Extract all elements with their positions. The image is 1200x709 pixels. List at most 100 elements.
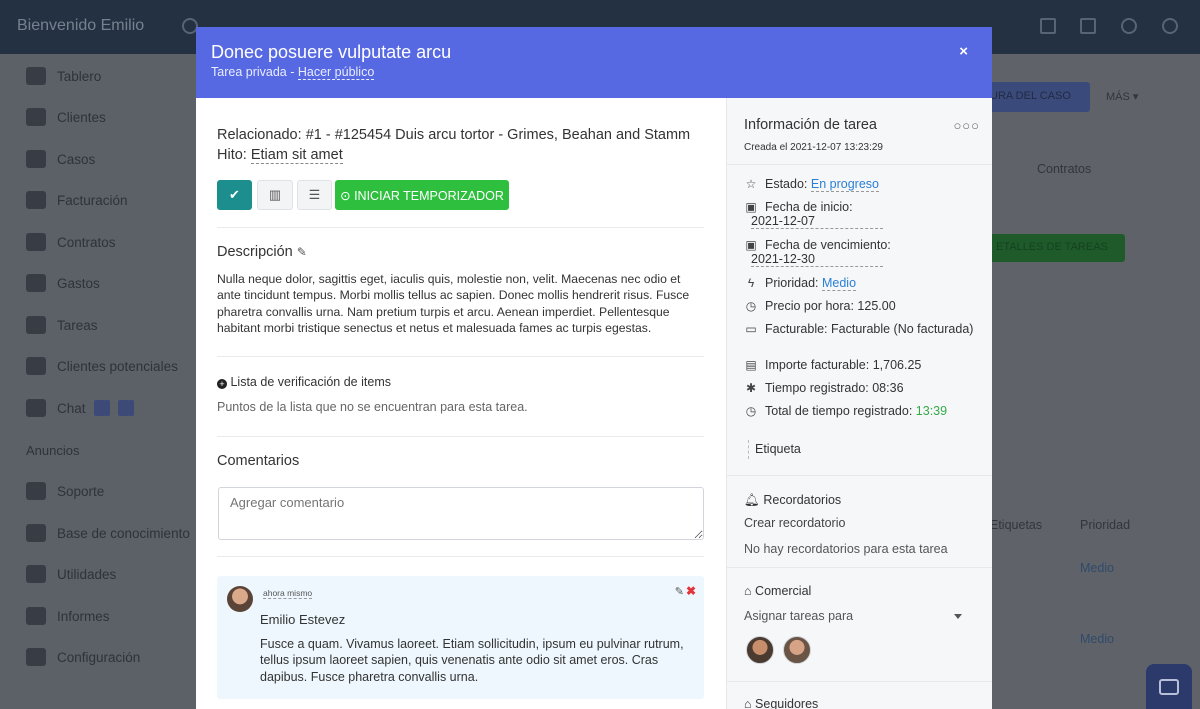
comment-text: Fusce a quam. Vivamus laoreet. Etiam sol… bbox=[260, 637, 684, 684]
sidebar-item-facturacion[interactable]: Facturación bbox=[26, 189, 128, 211]
sidebar-item-chat[interactable]: Chat bbox=[26, 397, 134, 419]
comment-input[interactable] bbox=[218, 487, 704, 540]
clock-icon: ◷ bbox=[745, 404, 757, 418]
mark-complete-button[interactable]: ✔ bbox=[217, 180, 252, 210]
followers-heading: ⌂ Seguidores bbox=[744, 697, 818, 709]
more-menu[interactable]: MÁS ▾ bbox=[1106, 90, 1138, 103]
related-value[interactable]: #1 - #125454 Duis arcu tortor - Grimes, … bbox=[306, 127, 690, 143]
logged-time-value: 08:36 bbox=[872, 381, 904, 395]
assign-select[interactable]: Asignar tareas para bbox=[744, 609, 853, 623]
list-icon bbox=[26, 150, 46, 168]
commercial-heading: ⌂ Comercial bbox=[744, 584, 811, 598]
priority-cell: Medio bbox=[1080, 561, 1115, 575]
delete-icon[interactable]: ✖ bbox=[686, 584, 696, 598]
edit-icon[interactable]: ✎ bbox=[675, 585, 684, 598]
comment-item: ahora mismo ✎ ✖ Emilio Estevez Fusce a q… bbox=[217, 576, 704, 699]
due-date-value[interactable]: 2021-12-30 bbox=[751, 251, 883, 267]
start-date-value[interactable]: 2021-12-07 bbox=[751, 213, 883, 229]
chat-icon bbox=[26, 399, 46, 417]
monitor-icon bbox=[26, 67, 46, 85]
grid-icon bbox=[26, 316, 46, 334]
check-square-icon[interactable] bbox=[1080, 18, 1096, 34]
share-icon[interactable] bbox=[1040, 18, 1056, 34]
checklist-title: Lista de verificación de items bbox=[230, 375, 391, 389]
sidebar-item-clientes-potenciales[interactable]: Clientes potenciales bbox=[26, 355, 178, 377]
divider bbox=[217, 227, 704, 228]
sidebar-item-casos[interactable]: Casos bbox=[26, 148, 95, 170]
followers-title: Seguidores bbox=[755, 697, 819, 709]
milestone-value[interactable]: Etiam sit amet bbox=[250, 147, 343, 164]
divider bbox=[217, 356, 704, 357]
sidebar-heading-anuncios: Anuncios bbox=[26, 443, 80, 458]
chat-badge bbox=[117, 400, 134, 416]
chat-badge bbox=[93, 400, 110, 416]
clock-icon[interactable] bbox=[1121, 18, 1137, 34]
divider bbox=[727, 681, 992, 682]
task-privacy: Tarea privada - Hacer público bbox=[211, 65, 375, 80]
priority-value[interactable]: Medio bbox=[821, 276, 857, 291]
assignee-avatar[interactable] bbox=[783, 636, 811, 664]
task-info-panel: Información de tarea ○○○ Creada el 2021-… bbox=[726, 98, 992, 709]
sidebar-item-base-conocimiento[interactable]: Base de conocimiento bbox=[26, 522, 190, 544]
checklist-empty-text: Puntos de la lista que no se encuentran … bbox=[217, 400, 528, 414]
create-reminder-link[interactable]: Crear recordatorio bbox=[744, 516, 845, 530]
more-options-icon[interactable]: ○○○ bbox=[953, 118, 980, 133]
status-label: Estado: bbox=[765, 177, 808, 191]
sidebar-item-configuracion[interactable]: Configuración bbox=[26, 646, 140, 668]
assignee-avatar[interactable] bbox=[746, 636, 774, 664]
sidebar-item-tareas[interactable]: Tareas bbox=[26, 314, 98, 336]
bell-icon[interactable] bbox=[1162, 18, 1178, 34]
make-public-link[interactable]: Hacer público bbox=[297, 65, 375, 80]
status-value[interactable]: En progreso bbox=[810, 177, 879, 192]
sidebar-item-tablero[interactable]: Tablero bbox=[26, 65, 101, 87]
asterisk-icon: ✱ bbox=[745, 381, 757, 395]
related-line: Relacionado: #1 - #125454 Duis arcu tort… bbox=[217, 127, 690, 143]
statistics-button[interactable]: ▥ bbox=[257, 180, 293, 210]
divider bbox=[217, 436, 704, 437]
gear-icon bbox=[26, 648, 46, 666]
bolt-icon: ϟ bbox=[747, 276, 755, 290]
tag-field[interactable]: Etiqueta bbox=[748, 440, 801, 459]
bell-icon: 🔔︎ bbox=[744, 493, 760, 507]
description-title: Descripción bbox=[217, 244, 293, 260]
created-date: Creada el 2021-12-07 13:23:29 bbox=[744, 142, 883, 153]
milestone-label: Hito: bbox=[217, 147, 247, 163]
close-icon[interactable]: × bbox=[959, 43, 968, 60]
folder-icon bbox=[26, 524, 46, 542]
task-modal: Donec posuere vulputate arcu Tarea priva… bbox=[196, 27, 992, 709]
hourly-rate-value: 125.00 bbox=[857, 299, 896, 313]
sidebar-item-soporte[interactable]: Soporte bbox=[26, 480, 104, 502]
commercial-title: Comercial bbox=[755, 584, 812, 598]
edit-icon[interactable]: ✎ bbox=[297, 245, 307, 259]
credit-card-icon: ▭ bbox=[745, 322, 757, 336]
billable-value: Facturable (No facturada) bbox=[831, 322, 974, 336]
related-label: Relacionado: bbox=[217, 127, 302, 143]
welcome-text: Bienvenido Emilio bbox=[17, 17, 145, 34]
checklist-heading[interactable]: + Lista de verificación de items bbox=[217, 375, 391, 389]
cogs-icon bbox=[26, 565, 46, 583]
total-time-value: 13:39 bbox=[915, 404, 948, 418]
due-date-label: Fecha de vencimiento: bbox=[765, 238, 891, 252]
tty-icon bbox=[26, 357, 46, 375]
sidebar-item-informes[interactable]: Informes bbox=[26, 605, 110, 627]
start-timer-button[interactable]: ⊙ INICIAR TEMPORIZADOR bbox=[335, 180, 509, 210]
info-title: Información de tarea bbox=[744, 117, 877, 133]
timesheets-button[interactable]: ☰ bbox=[297, 180, 332, 210]
sidebar-item-gastos[interactable]: Gastos bbox=[26, 272, 100, 294]
message-icon bbox=[1159, 678, 1179, 695]
tab-contratos[interactable]: Contratos bbox=[1037, 162, 1091, 176]
bar-chart-icon: ▥ bbox=[268, 187, 282, 202]
billable-amount-value: 1,706.25 bbox=[872, 358, 922, 372]
users-icon bbox=[26, 482, 46, 500]
sidebar-item-contratos[interactable]: Contratos bbox=[26, 231, 116, 253]
chevron-down-icon[interactable] bbox=[954, 614, 962, 619]
logged-time-label: Tiempo registrado: bbox=[765, 381, 869, 395]
sidebar-item-utilidades[interactable]: Utilidades bbox=[26, 563, 116, 585]
sidebar-item-clientes[interactable]: Clientes bbox=[26, 106, 106, 128]
chat-launcher-button[interactable] bbox=[1146, 664, 1192, 709]
reminders-heading: 🔔︎ Recordatorios bbox=[744, 493, 841, 508]
column-prioridad: Prioridad bbox=[1080, 518, 1131, 532]
modal-header: Donec posuere vulputate arcu Tarea priva… bbox=[196, 27, 992, 98]
divider bbox=[727, 164, 992, 165]
billable-label: Facturable: bbox=[765, 322, 828, 336]
